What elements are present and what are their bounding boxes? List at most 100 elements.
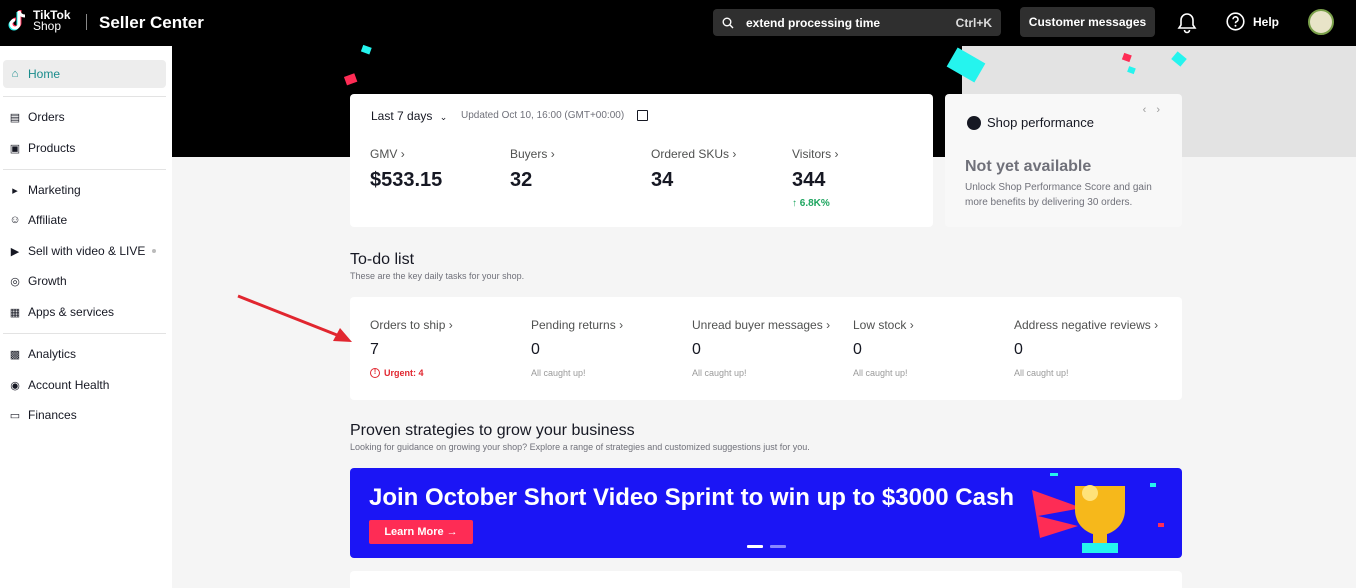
sidebar-item-home[interactable]: ⌂ Home xyxy=(3,60,166,88)
sidebar-item-label: Affiliate xyxy=(28,213,68,227)
clipboard-icon: ▤ xyxy=(9,111,21,124)
chevron-right-icon: › xyxy=(732,147,737,161)
sidebar-divider xyxy=(3,333,166,334)
sidebar-item-video-live[interactable]: ▶ Sell with video & LIVE xyxy=(3,237,166,265)
sidebar-item-affiliate[interactable]: ☺ Affiliate xyxy=(3,206,166,234)
medal-icon: ◎ xyxy=(10,275,20,288)
strategies-subtitle: Looking for guidance on growing your sho… xyxy=(350,442,810,452)
sidebar-item-label: Orders xyxy=(28,110,65,124)
edit-icon[interactable] xyxy=(637,110,648,121)
todo-label: Unread buyer messages xyxy=(692,318,823,332)
trophy-icon: ◉ xyxy=(10,379,20,392)
todo-label: Orders to ship xyxy=(370,318,446,332)
todo-address-negative-reviews[interactable]: Address negative reviews › 0 All caught … xyxy=(1014,318,1158,378)
todo-low-stock[interactable]: Low stock › 0 All caught up! xyxy=(853,318,914,378)
carousel-dots[interactable] xyxy=(747,545,793,548)
banner-title: Join October Short Video Sprint to win u… xyxy=(369,484,1014,511)
sidebar-item-orders[interactable]: ▤ Orders xyxy=(3,103,166,131)
sidebar-item-marketing[interactable]: ▸ Marketing xyxy=(3,176,166,204)
arrow-up-icon: ↑ xyxy=(792,198,797,209)
chevron-right-icon: › xyxy=(619,318,624,332)
todo-value: 0 xyxy=(531,341,540,358)
bell-icon[interactable] xyxy=(1177,12,1197,34)
performance-title: Shop performance xyxy=(987,115,1094,130)
search-icon xyxy=(722,17,734,28)
top-bar: TikTok Shop Seller Center extend process… xyxy=(0,0,1356,46)
sidebar-item-label: Products xyxy=(28,141,76,155)
performance-icon xyxy=(967,115,981,130)
metric-buyers[interactable]: Buyers › 32 xyxy=(510,147,555,192)
home-icon: ⌂ xyxy=(11,68,19,80)
todo-status: All caught up! xyxy=(531,368,586,378)
todo-label: Address negative reviews xyxy=(1014,318,1151,332)
confetti-decoration xyxy=(343,44,372,86)
search-bar[interactable]: extend processing time Ctrl+K xyxy=(713,9,1001,36)
chevron-right-icon: › xyxy=(448,318,453,332)
tiktok-shop-logo[interactable]: TikTok Shop xyxy=(8,8,71,34)
sidebar-item-account-health[interactable]: ◉ Account Health xyxy=(3,371,166,399)
todo-orders-to-ship[interactable]: Orders to ship › 7 ! Urgent: 4 xyxy=(370,318,453,378)
metric-label: GMV xyxy=(370,147,398,161)
metric-label: Visitors xyxy=(792,147,832,161)
metric-visitors[interactable]: Visitors › 344 ↑ 6.8K% xyxy=(792,147,838,209)
sidebar-item-label: Analytics xyxy=(28,347,77,361)
metric-ordered-skus[interactable]: Ordered SKUs › 34 xyxy=(651,147,736,192)
todo-status: All caught up! xyxy=(853,368,908,378)
people-icon: ☺ xyxy=(9,214,21,226)
chevron-right-icon: › xyxy=(826,318,831,332)
box-icon: ▣ xyxy=(9,142,21,155)
metric-value: 344 xyxy=(792,169,826,191)
megaphone-icon: ▸ xyxy=(12,184,18,197)
sidebar-divider xyxy=(3,96,166,97)
date-range-label: Last 7 days xyxy=(371,109,433,123)
sidebar-item-label: Account Health xyxy=(28,378,110,392)
todo-value: 0 xyxy=(853,341,862,358)
todo-value: 0 xyxy=(692,341,701,358)
sidebar-item-finances[interactable]: ▭ Finances xyxy=(3,401,166,429)
carousel-dot[interactable] xyxy=(747,545,763,548)
carousel-arrows[interactable]: ‹› xyxy=(1143,104,1170,116)
tiktok-logo-icon xyxy=(8,10,26,31)
sidebar-item-growth[interactable]: ◎ Growth xyxy=(3,267,166,295)
performance-description: Unlock Shop Performance Score and gain m… xyxy=(965,182,1152,208)
performance-status: Not yet available xyxy=(965,158,1092,175)
todo-subtitle: These are the key daily tasks for your s… xyxy=(350,271,525,281)
promo-banner[interactable]: Join October Short Video Sprint to win u… xyxy=(350,468,1182,558)
sidebar-item-products[interactable]: ▣ Products xyxy=(3,134,166,162)
header-divider xyxy=(86,14,87,30)
todo-unread-buyer-messages[interactable]: Unread buyer messages › 0 All caught up! xyxy=(692,318,830,378)
sidebar-item-label: Finances xyxy=(28,408,77,422)
todo-pending-returns[interactable]: Pending returns › 0 All caught up! xyxy=(531,318,623,378)
trophy-illustration xyxy=(1032,473,1164,553)
updated-timestamp: Updated Oct 10, 16:00 (GMT+00:00) xyxy=(461,110,625,121)
new-indicator-dot xyxy=(152,249,157,253)
alert-icon: ! xyxy=(370,368,380,378)
logo-text-line2: Shop xyxy=(33,19,62,33)
carousel-dot[interactable] xyxy=(770,545,786,548)
search-input[interactable]: extend processing time xyxy=(746,16,956,30)
card-icon: ▭ xyxy=(9,409,21,422)
chevron-right-icon: › xyxy=(834,147,839,161)
date-range-dropdown[interactable]: Last 7 days ⌄ xyxy=(371,109,447,123)
metric-value: 34 xyxy=(651,169,674,191)
help-button[interactable]: Help xyxy=(1226,12,1279,31)
metric-gmv[interactable]: GMV › $533.15 xyxy=(370,147,442,192)
sidebar-item-apps-services[interactable]: ▦ Apps & services xyxy=(3,298,166,326)
sidebar-divider xyxy=(3,169,166,170)
sidebar-item-label: Growth xyxy=(28,274,67,288)
sidebar-item-analytics[interactable]: ▩ Analytics xyxy=(3,340,166,368)
help-label: Help xyxy=(1253,14,1280,29)
avatar[interactable] xyxy=(1308,9,1334,35)
chevron-right-icon: › xyxy=(1154,318,1159,332)
todo-label: Low stock xyxy=(853,318,907,332)
chevron-right-icon[interactable]: › xyxy=(1156,104,1170,116)
metric-value: $533.15 xyxy=(370,169,443,191)
todo-label: Pending returns xyxy=(531,318,616,332)
customer-messages-button[interactable]: Customer messages xyxy=(1020,7,1155,37)
app-title: Seller Center xyxy=(99,13,204,32)
metric-value: 32 xyxy=(510,169,533,191)
metric-delta: 6.8K% xyxy=(799,198,830,209)
chevron-right-icon: › xyxy=(550,147,555,161)
learn-more-button[interactable]: Learn More → xyxy=(369,520,473,544)
chevron-left-icon[interactable]: ‹ xyxy=(1143,104,1157,116)
